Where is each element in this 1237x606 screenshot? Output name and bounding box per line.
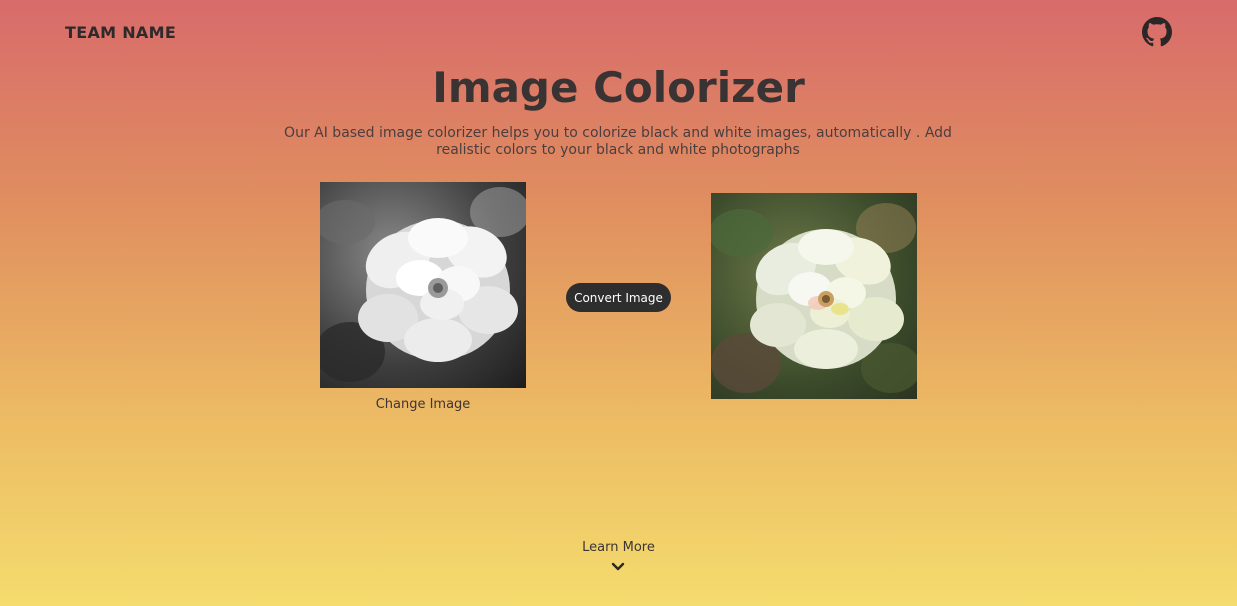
brand-name[interactable]: TEAM NAME (65, 23, 176, 42)
learn-more-link[interactable]: Learn More (0, 540, 1237, 555)
github-icon[interactable] (1142, 17, 1172, 47)
output-image (711, 193, 917, 399)
change-image-link[interactable]: Change Image (320, 397, 526, 412)
page-subtitle: Our AI based image colorizer helps you t… (284, 125, 952, 158)
convert-image-button[interactable]: Convert Image (566, 283, 671, 312)
page-title: Image Colorizer (432, 63, 805, 112)
input-image (320, 182, 526, 388)
chevron-down-icon[interactable] (611, 561, 625, 573)
